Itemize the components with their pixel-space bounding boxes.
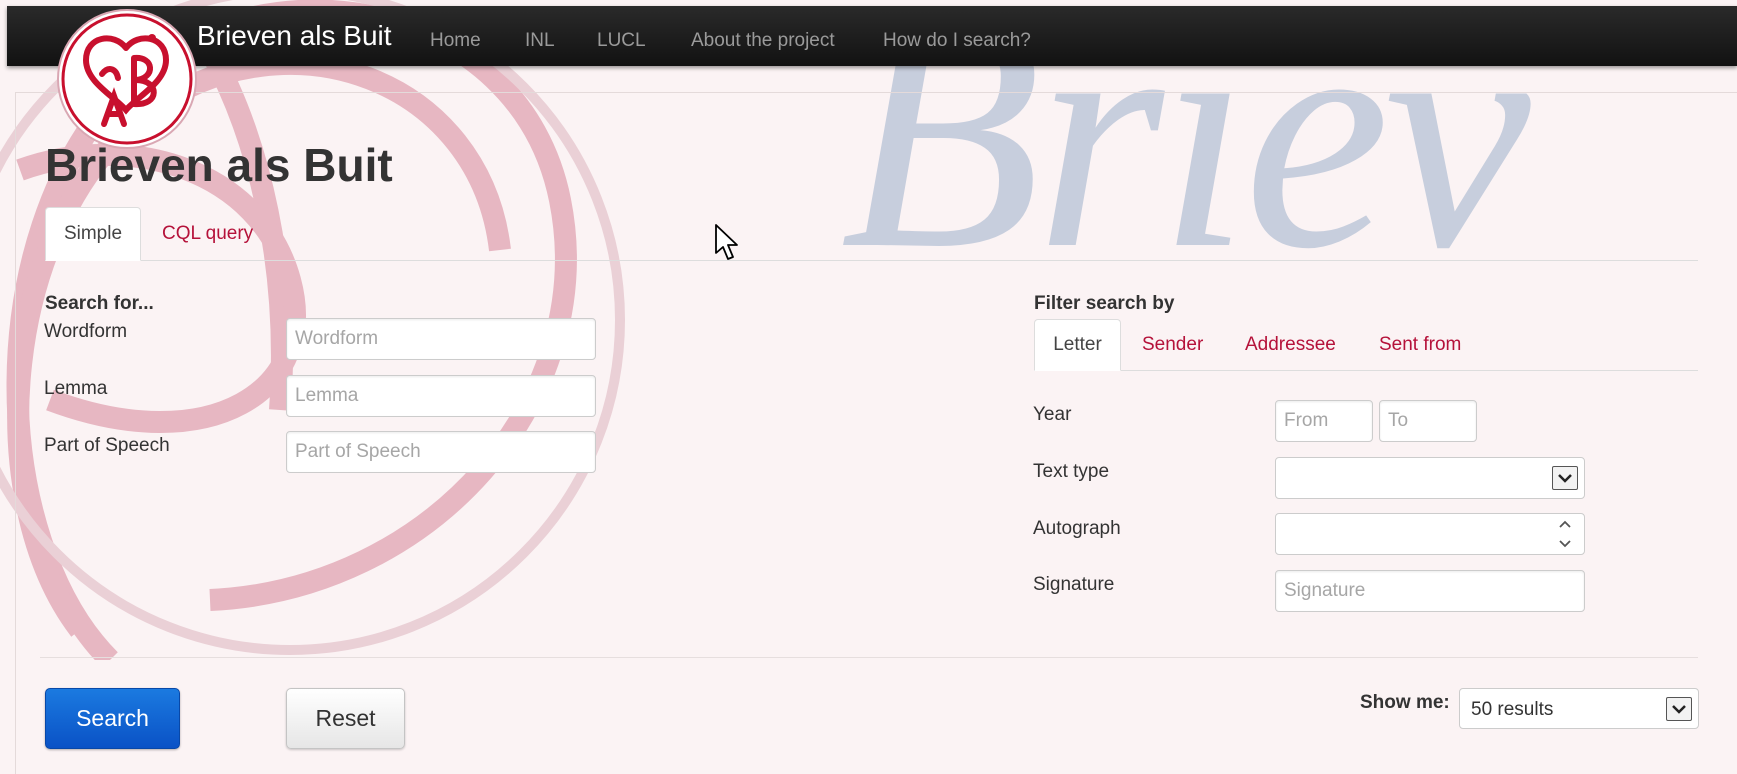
mouse-pointer-icon bbox=[715, 224, 738, 260]
content-container bbox=[15, 92, 1737, 774]
signature-label: Signature bbox=[1033, 574, 1115, 595]
tab-cql-query[interactable]: CQL query bbox=[162, 223, 253, 245]
navbar-brand[interactable]: Brieven als Buit bbox=[197, 20, 392, 52]
lemma-input[interactable] bbox=[286, 375, 596, 417]
chevron-down-icon[interactable] bbox=[1666, 697, 1692, 721]
nav-link-about[interactable]: About the project bbox=[691, 30, 835, 52]
wordform-label: Wordform bbox=[44, 321, 128, 342]
lemma-label: Lemma bbox=[44, 378, 108, 399]
search-tabs-divider bbox=[45, 260, 1698, 261]
nav-link-inl[interactable]: INL bbox=[525, 30, 555, 52]
tab-sent-from[interactable]: Sent from bbox=[1379, 334, 1461, 356]
tab-addressee[interactable]: Addressee bbox=[1245, 334, 1336, 356]
year-label: Year bbox=[1033, 404, 1072, 425]
logo-emblem-icon[interactable] bbox=[56, 8, 198, 150]
filter-heading: Filter search by bbox=[1034, 293, 1175, 314]
up-down-arrows-icon[interactable] bbox=[1554, 520, 1576, 548]
top-navbar: Brieven als Buit Home INL LUCL About the… bbox=[7, 6, 1737, 66]
autograph-label: Autograph bbox=[1033, 518, 1121, 539]
show-me-label: Show me: bbox=[1360, 692, 1450, 713]
year-from-input[interactable] bbox=[1275, 400, 1373, 442]
tab-simple[interactable]: Simple bbox=[45, 207, 141, 261]
reset-button[interactable]: Reset bbox=[286, 688, 405, 749]
text-type-select[interactable] bbox=[1275, 457, 1585, 499]
nav-link-lucl[interactable]: LUCL bbox=[597, 30, 646, 52]
results-per-page-select[interactable]: 50 results bbox=[1459, 688, 1699, 729]
year-to-input[interactable] bbox=[1379, 400, 1477, 442]
search-for-heading: Search for... bbox=[45, 293, 154, 314]
autograph-select[interactable] bbox=[1275, 513, 1585, 555]
chevron-down-icon[interactable] bbox=[1552, 466, 1578, 490]
signature-input[interactable] bbox=[1275, 570, 1585, 612]
results-per-page-value: 50 results bbox=[1471, 699, 1554, 720]
tab-sender[interactable]: Sender bbox=[1142, 334, 1203, 356]
filter-tabs-divider bbox=[1034, 370, 1698, 371]
page: Briev Brieven als Buit Home INL LUCL Abo… bbox=[0, 0, 1737, 774]
tab-letter[interactable]: Letter bbox=[1034, 319, 1121, 371]
wordform-input[interactable] bbox=[286, 318, 596, 360]
nav-link-how-to-search[interactable]: How do I search? bbox=[883, 30, 1031, 52]
search-button[interactable]: Search bbox=[45, 688, 180, 749]
nav-link-home[interactable]: Home bbox=[430, 30, 481, 52]
text-type-label: Text type bbox=[1033, 461, 1110, 482]
form-actions-divider bbox=[40, 657, 1698, 658]
part-of-speech-input[interactable] bbox=[286, 431, 596, 473]
part-of-speech-label: Part of Speech bbox=[44, 435, 170, 456]
